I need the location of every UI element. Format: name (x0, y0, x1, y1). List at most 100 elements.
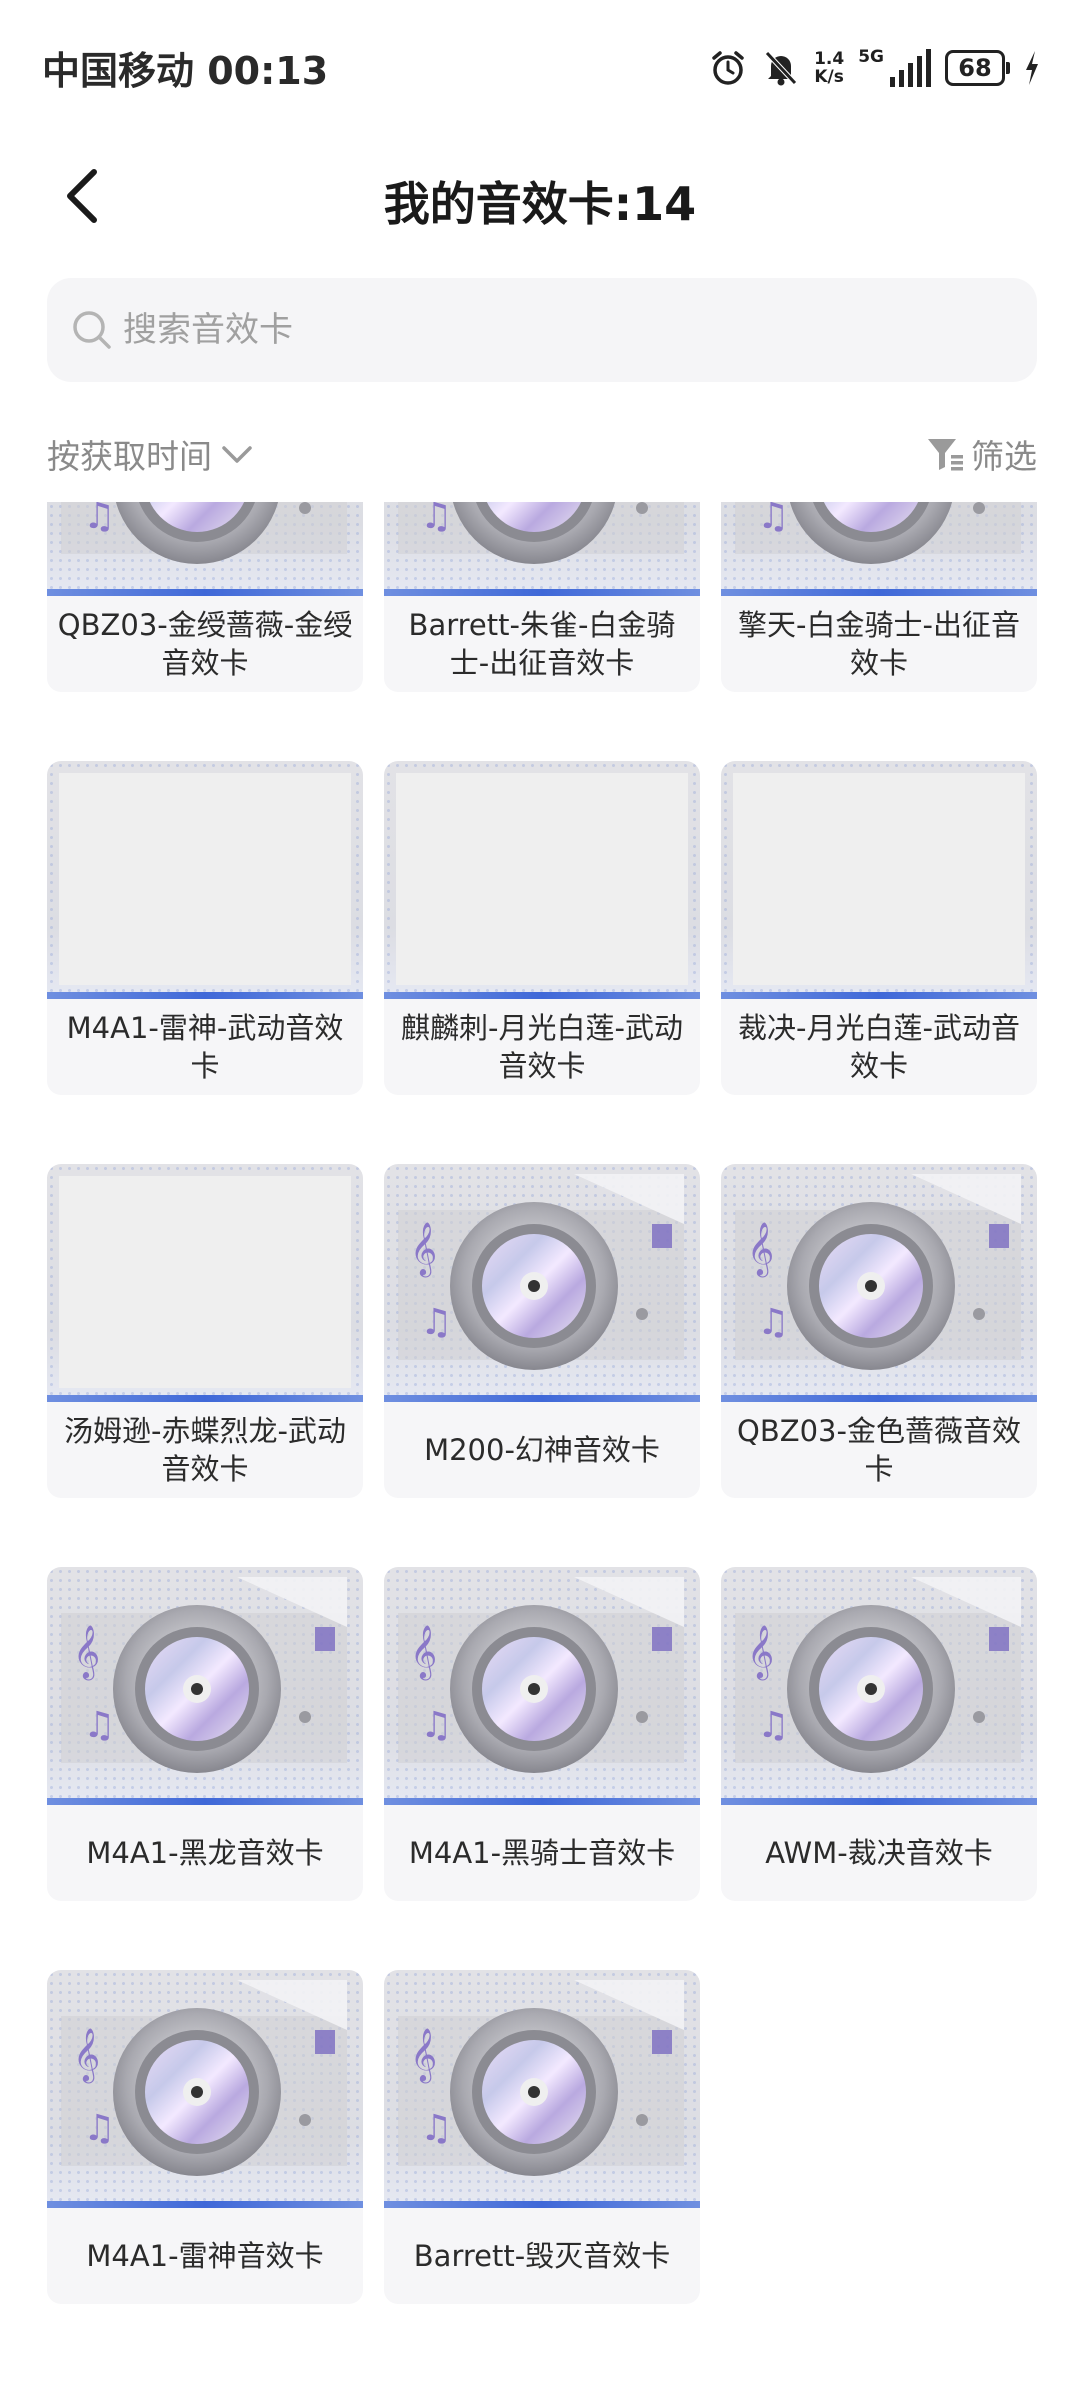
card-accent-line (721, 589, 1037, 596)
card-thumbnail: 𝄞 ♫ (47, 502, 363, 596)
cd-disc-image: 𝄞 ♫ (398, 502, 684, 564)
sound-card[interactable]: 汤姆逊-赤蝶烈龙-武动音效卡 (47, 1164, 363, 1498)
card-label: 麒麟刺-月光白莲-武动音效卡 (401, 1011, 683, 1083)
page-title: 我的音效卡:14 (383, 177, 697, 231)
card-label: M4A1-黑骑士音效卡 (408, 1836, 676, 1870)
card-thumbnail: 𝄞 ♫ (47, 1567, 363, 1805)
sound-card[interactable]: 𝄞 ♫ Barrett-毁灭音效卡 (384, 1970, 700, 2304)
card-accent-line (47, 1395, 363, 1402)
card-label: Barrett-朱雀-白金骑士-出征音效卡 (408, 608, 676, 680)
card-thumbnail (47, 1164, 363, 1402)
card-accent-line (384, 1395, 700, 1402)
card-label: 汤姆逊-赤蝶烈龙-武动音效卡 (64, 1414, 346, 1486)
sound-card[interactable]: 麒麟刺-月光白莲-武动音效卡 (384, 761, 700, 1095)
card-thumbnail (47, 761, 363, 999)
card-thumbnail: 𝄞 ♫ (47, 1970, 363, 2208)
cd-disc-image: 𝄞 ♫ (61, 1577, 347, 1773)
filter-icon (928, 439, 963, 471)
card-label: AWM-裁决音效卡 (765, 1836, 993, 1870)
sound-card[interactable]: 𝄞 ♫ M4A1-雷神音效卡 (47, 1970, 363, 2304)
card-thumbnail (721, 761, 1037, 999)
svg-text:𝄞: 𝄞 (410, 1624, 437, 1680)
cd-disc-image: 𝄞 ♫ (735, 1174, 1021, 1370)
sound-card[interactable]: 𝄞 ♫ AWM-裁决音效卡 (721, 1567, 1037, 1901)
alarm-icon (708, 48, 748, 88)
card-accent-line (721, 1395, 1037, 1402)
carrier-time: 中国移动 00:13 (42, 49, 329, 93)
sound-card[interactable]: M4A1-雷神-武动音效卡 (47, 761, 363, 1095)
cd-disc-image: 𝄞 ♫ (398, 1577, 684, 1773)
svg-text:𝄞: 𝄞 (747, 1221, 774, 1277)
image-placeholder (59, 773, 351, 985)
cd-disc-image: 𝄞 ♫ (735, 502, 1021, 564)
battery-icon: 68 (945, 50, 1010, 86)
svg-text:𝄞: 𝄞 (410, 2027, 437, 2083)
cd-disc-image: 𝄞 ♫ (398, 1980, 684, 2176)
card-label: M4A1-雷神-武动音效卡 (66, 1011, 344, 1083)
sort-label: 按获取时间 (47, 437, 212, 476)
svg-text:♫: ♫ (83, 2108, 115, 2149)
charging-icon (1024, 50, 1040, 86)
svg-text:♫: ♫ (757, 1705, 789, 1746)
card-thumbnail: 𝄞 ♫ (384, 1567, 700, 1805)
sound-card[interactable]: 裁决-月光白莲-武动音效卡 (721, 761, 1037, 1095)
search-input[interactable] (121, 309, 1005, 351)
filter-label: 筛选 (971, 437, 1037, 476)
svg-text:♫: ♫ (757, 1302, 789, 1343)
sound-card[interactable]: 𝄞 ♫ QBZ03-金色蔷薇音效卡 (721, 1164, 1037, 1498)
card-accent-line (384, 2201, 700, 2208)
card-thumbnail: 𝄞 ♫ (721, 1164, 1037, 1402)
cd-disc-image: 𝄞 ♫ (398, 1174, 684, 1370)
card-accent-line (384, 992, 700, 999)
card-label: Barrett-毁灭音效卡 (413, 2239, 671, 2273)
card-label: M4A1-黑龙音效卡 (86, 1836, 324, 1870)
card-thumbnail: 𝄞 ♫ (384, 1970, 700, 2208)
svg-text:𝄞: 𝄞 (410, 1221, 437, 1277)
svg-text:♫: ♫ (757, 502, 789, 537)
sound-card[interactable]: 𝄞 ♫ Barrett-朱雀-白金骑士-出征音效卡 (384, 502, 700, 692)
sound-card[interactable]: 𝄞 ♫ QBZ03-金绶蔷薇-金绶音效卡 (47, 502, 363, 692)
card-accent-line (721, 992, 1037, 999)
sort-filter-row: 按获取时间 筛选 (47, 430, 1037, 480)
svg-text:𝄞: 𝄞 (73, 2027, 100, 2083)
image-placeholder (396, 773, 688, 985)
card-accent-line (384, 589, 700, 596)
card-accent-line (47, 992, 363, 999)
card-label: 裁决-月光白莲-武动音效卡 (738, 1011, 1020, 1083)
card-label: M4A1-雷神音效卡 (86, 2239, 324, 2273)
cd-disc-image: 𝄞 ♫ (61, 502, 347, 564)
svg-text:♫: ♫ (420, 1705, 452, 1746)
sound-card[interactable]: 𝄞 ♫ M4A1-黑龙音效卡 (47, 1567, 363, 1901)
svg-text:♫: ♫ (420, 1302, 452, 1343)
search-bar[interactable] (47, 278, 1037, 382)
card-label: 擎天-白金骑士-出征音效卡 (738, 608, 1020, 680)
search-icon (73, 311, 111, 349)
cd-disc-image: 𝄞 ♫ (735, 1577, 1021, 1773)
image-placeholder (59, 1176, 351, 1388)
card-thumbnail: 𝄞 ♫ (384, 502, 700, 596)
card-grid: 𝄞 ♫ QBZ03-金绶蔷薇-金绶音效卡 𝄞 ♫ Barrett-朱雀-白金骑士… (47, 502, 1037, 2387)
card-label: M200-幻神音效卡 (424, 1433, 660, 1467)
status-icons: 1.4 K/s 5G 68 (708, 44, 1040, 92)
header: 我的音效卡:14 (0, 140, 1080, 250)
card-thumbnail (384, 761, 700, 999)
card-thumbnail: 𝄞 ♫ (721, 502, 1037, 596)
svg-text:𝄞: 𝄞 (747, 1624, 774, 1680)
sound-card[interactable]: 𝄞 ♫ 擎天-白金骑士-出征音效卡 (721, 502, 1037, 692)
card-thumbnail: 𝄞 ♫ (384, 1164, 700, 1402)
sound-card[interactable]: 𝄞 ♫ M200-幻神音效卡 (384, 1164, 700, 1498)
svg-text:♫: ♫ (420, 502, 452, 537)
signal-icon: 5G (858, 49, 931, 87)
filter-button[interactable]: 筛选 (925, 430, 1037, 478)
svg-text:♫: ♫ (420, 2108, 452, 2149)
status-bar: 中国移动 00:13 1.4 K/s 5G 68 (0, 0, 1080, 132)
card-accent-line (47, 2201, 363, 2208)
sort-dropdown[interactable]: 按获取时间 (47, 430, 254, 478)
svg-text:♫: ♫ (83, 502, 115, 537)
card-label: QBZ03-金色蔷薇音效卡 (737, 1414, 1021, 1486)
chevron-down-icon (222, 446, 252, 463)
svg-text:𝄞: 𝄞 (73, 1624, 100, 1680)
sound-card[interactable]: 𝄞 ♫ M4A1-黑骑士音效卡 (384, 1567, 700, 1901)
bell-off-icon (762, 48, 800, 88)
card-accent-line (384, 1798, 700, 1805)
